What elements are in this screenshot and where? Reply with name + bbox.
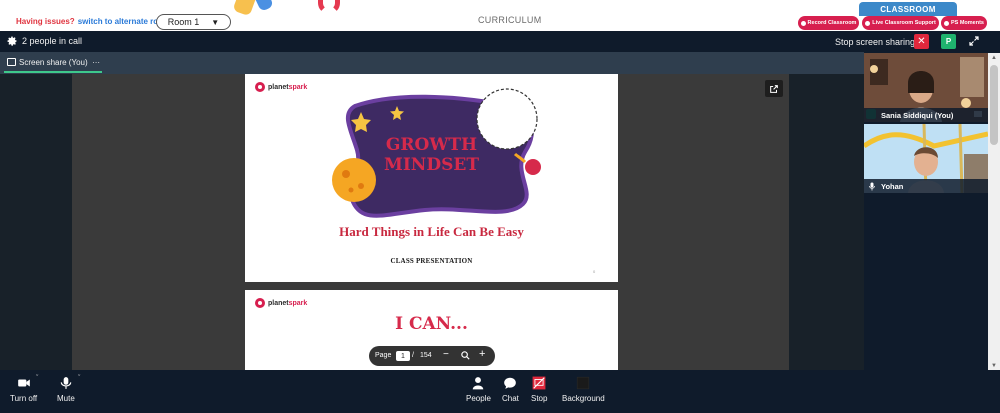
- chat-button[interactable]: Chat: [502, 376, 519, 403]
- gear-icon[interactable]: [6, 35, 18, 47]
- support-icon: [865, 20, 871, 26]
- ps-moments-button[interactable]: PS Moments: [941, 16, 987, 30]
- participants-scrollbar[interactable]: ▲ ▼: [988, 53, 1000, 370]
- mic-options-chevron-icon[interactable]: ˇ: [78, 375, 80, 382]
- decor-shape: [252, 0, 274, 12]
- zoom-out-button[interactable]: −: [443, 350, 449, 360]
- growth-mindset-illustration: [332, 88, 541, 218]
- stage-left-margin: [0, 74, 72, 370]
- slide-page-1: planetspark GROWTH MINDSET Hard Things i…: [245, 74, 618, 282]
- scrollbar-thumb[interactable]: [990, 65, 998, 145]
- page-label: Page: [375, 352, 392, 359]
- participant-avatar-button[interactable]: P: [941, 34, 956, 49]
- scroll-up-arrow-icon[interactable]: ▲: [991, 55, 997, 61]
- participant-name-bar: Sania Siddiqui (You): [864, 108, 988, 122]
- microphone-icon: [60, 377, 72, 389]
- top-strip: Having issues? switch to alternate room R…: [0, 0, 1000, 31]
- planet-logo-icon: [255, 298, 265, 308]
- more-options-icon[interactable]: ···: [92, 58, 100, 67]
- video-tile-self[interactable]: Sania Siddiqui (You): [864, 53, 988, 122]
- classroom-tab[interactable]: CLASSROOM: [859, 2, 957, 16]
- decor-shape: [232, 0, 258, 17]
- screen-share-tab[interactable]: Screen share (You) ···: [19, 58, 100, 67]
- chat-bubble-icon: [504, 377, 517, 389]
- slide-title-line2: MINDSET: [384, 155, 479, 175]
- slide2-title: I CAN...: [395, 314, 468, 334]
- video-tile-participant[interactable]: Yohan: [864, 124, 988, 193]
- page-separator: /: [412, 352, 414, 359]
- participant-name: Yohan: [881, 181, 904, 191]
- people-in-call-count: 2 people in call: [22, 36, 83, 46]
- slide-title-line1: GROWTH: [385, 135, 478, 155]
- participant-name: Sania Siddiqui (You): [881, 110, 954, 120]
- mute-button[interactable]: Mute: [57, 376, 75, 403]
- microphone-icon: [869, 182, 875, 190]
- stop-sharing-close-button[interactable]: ✕: [914, 34, 929, 49]
- dropdown-triangle-icon: ▼: [211, 17, 220, 27]
- zoom-search-icon[interactable]: [460, 350, 471, 361]
- turn-off-video-button[interactable]: Turn off: [10, 376, 37, 403]
- page-total: 154: [420, 352, 432, 359]
- record-classroom-button[interactable]: Record Classroom: [798, 16, 859, 30]
- slide-presentation-label: CLASS PRESENTATION: [390, 257, 473, 265]
- stop-screen-share-icon: [532, 376, 546, 390]
- background-button[interactable]: Background: [562, 376, 605, 403]
- room-select-value: Room 1: [167, 17, 200, 27]
- moments-icon: [943, 20, 949, 26]
- curriculum-tab[interactable]: CURRICULUM: [478, 15, 542, 25]
- record-icon: [800, 20, 806, 26]
- active-tab-indicator: [4, 71, 102, 73]
- app-window: Having issues? switch to alternate room R…: [0, 0, 1000, 413]
- call-toolbar: Turn off ˇ Mute ˇ People Chat Stop Backg…: [0, 370, 1000, 413]
- stage-right-margin: [789, 74, 864, 370]
- room-select[interactable]: Room 1 ▼: [156, 14, 231, 30]
- person-icon: [473, 377, 484, 390]
- fullscreen-icon[interactable]: [968, 35, 980, 47]
- brand-logo: planetspark: [255, 298, 307, 308]
- issue-text: Having issues?: [16, 17, 75, 26]
- screen-share-icon: [7, 58, 16, 66]
- scroll-down-arrow-icon[interactable]: ▼: [991, 363, 997, 369]
- live-classroom-support-button[interactable]: Live Classroom Support: [862, 16, 939, 30]
- call-header: 2 people in call Stop screen sharing ✕ P: [0, 31, 1000, 52]
- page-number-input[interactable]: [396, 351, 410, 361]
- issue-notice: Having issues? switch to alternate room: [16, 17, 170, 26]
- video-options-chevron-icon[interactable]: ˇ: [36, 375, 38, 382]
- background-icon: [577, 376, 590, 390]
- participant-name-bar: Yohan: [864, 179, 988, 193]
- decor-shape: [318, 0, 340, 14]
- screen-share-bar: Screen share (You) ···: [0, 52, 864, 74]
- external-link-icon: [770, 84, 778, 93]
- zoom-in-button[interactable]: +: [479, 349, 485, 360]
- stop-screen-sharing-label[interactable]: Stop screen sharing: [835, 37, 915, 47]
- slide-subtitle: Hard Things in Life Can Be Easy: [339, 224, 524, 239]
- slide-page-number: 0: [593, 269, 596, 274]
- video-camera-icon: [17, 379, 30, 387]
- popout-button[interactable]: [765, 80, 783, 97]
- page-navigator: Page / 154 − +: [369, 346, 495, 366]
- people-button[interactable]: People: [466, 376, 491, 403]
- presentation-stage: planetspark GROWTH MINDSET Hard Things i…: [0, 74, 864, 370]
- stop-share-button[interactable]: Stop: [531, 376, 547, 403]
